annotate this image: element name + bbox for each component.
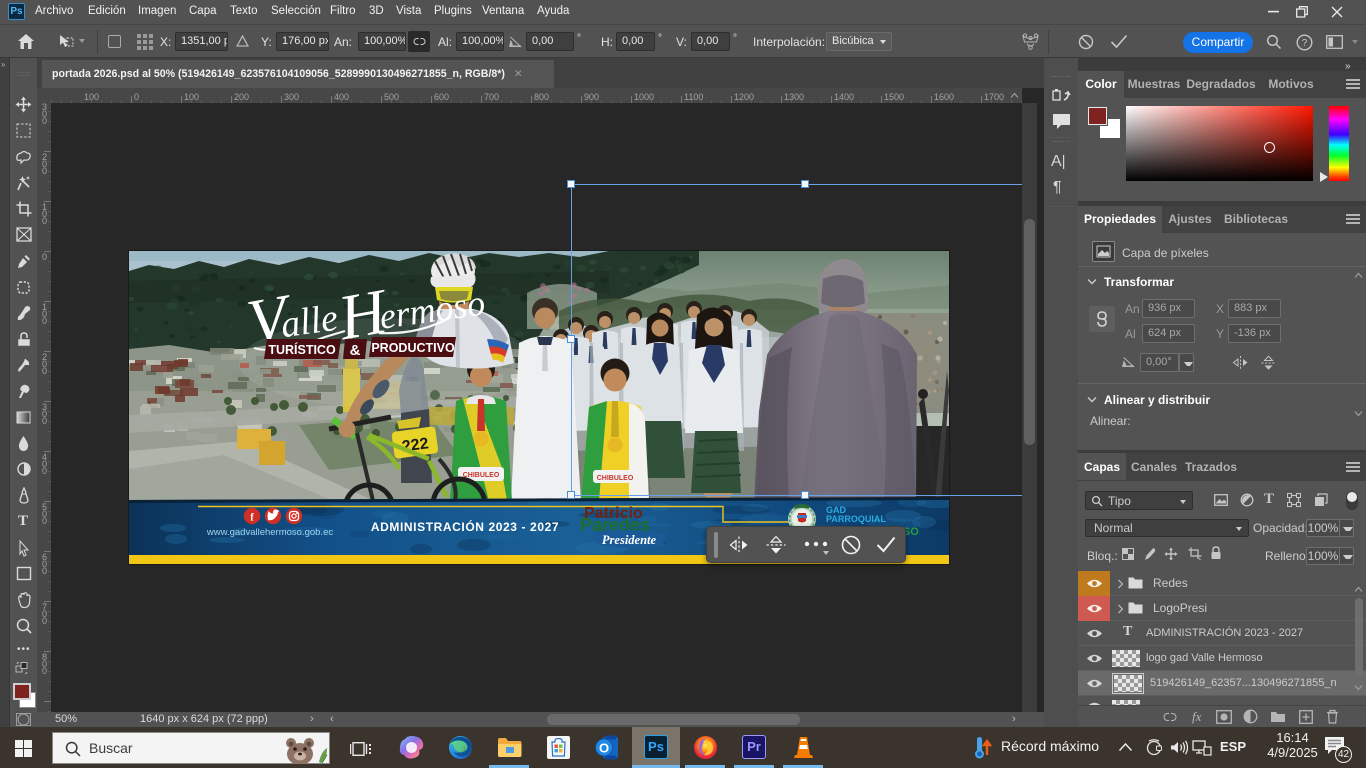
- svg-text:ADMINISTRACIÓN 2023 - 2027: ADMINISTRACIÓN 2023 - 2027: [371, 519, 559, 534]
- svg-text:PRODUCTIVO: PRODUCTIVO: [371, 341, 455, 355]
- svg-text:CHIBULEO: CHIBULEO: [463, 472, 500, 479]
- svg-text:www.gadvallehermoso.gob.ec: www.gadvallehermoso.gob.ec: [206, 527, 333, 538]
- svg-text:CHIBULEO: CHIBULEO: [597, 475, 634, 482]
- svg-text:?: ?: [1302, 38, 1308, 49]
- svg-text:alle: alle: [278, 297, 340, 347]
- svg-text:Presidente: Presidente: [602, 533, 657, 547]
- svg-text:PARROQUIAL: PARROQUIAL: [826, 514, 886, 524]
- svg-text:TURÍSTICO: TURÍSTICO: [268, 342, 336, 357]
- svg-text:O: O: [599, 741, 609, 756]
- svg-text:f: f: [250, 512, 254, 524]
- svg-text:&: &: [350, 342, 361, 359]
